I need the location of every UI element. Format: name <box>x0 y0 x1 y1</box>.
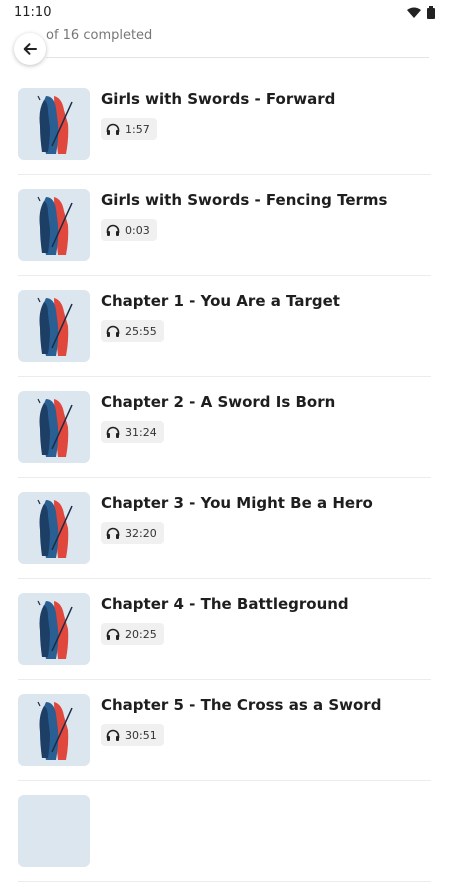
headphones-icon <box>106 729 120 741</box>
headphones-icon <box>106 123 120 135</box>
status-icons <box>407 5 435 19</box>
episode-title: Girls with Swords - Fencing Terms <box>101 191 388 209</box>
cover-art <box>37 701 73 760</box>
wifi-icon <box>407 7 421 18</box>
cover-art <box>37 499 73 558</box>
episode-item[interactable] <box>0 795 449 896</box>
cover-art <box>37 600 73 659</box>
episode-title: Chapter 4 - The Battleground <box>101 595 349 613</box>
cover-art <box>37 196 73 255</box>
duration-text: 32:20 <box>125 526 157 540</box>
duration-text: 20:25 <box>125 627 157 641</box>
cover-art <box>37 297 73 356</box>
episode-title: Chapter 3 - You Might Be a Hero <box>101 494 373 512</box>
episode-cover <box>18 593 90 665</box>
episode-cover <box>18 290 90 362</box>
headphones-icon <box>106 325 120 337</box>
duration-chip: 30:51 <box>101 724 164 746</box>
episode-item[interactable]: Girls with Swords - Fencing Terms 0:03 <box>0 189 449 290</box>
cover-art <box>37 95 73 154</box>
episode-item[interactable]: Chapter 5 - The Cross as a Sword 30:51 <box>0 694 449 795</box>
episode-item[interactable]: Girls with Swords - Forward 1:57 <box>0 88 449 189</box>
duration-text: 30:51 <box>125 728 157 742</box>
episode-title: Chapter 2 - A Sword Is Born <box>101 393 336 411</box>
episode-cover <box>18 189 90 261</box>
status-time: 11:10 <box>14 4 52 20</box>
episode-cover <box>18 391 90 463</box>
duration-chip: 32:20 <box>101 522 164 544</box>
episode-item[interactable]: Chapter 2 - A Sword Is Born 31:24 <box>0 391 449 492</box>
duration-text: 25:55 <box>125 324 157 338</box>
battery-icon <box>427 5 435 19</box>
episode-title: Girls with Swords - Forward <box>101 90 336 108</box>
duration-text: 1:57 <box>125 122 150 136</box>
duration-chip: 0:03 <box>101 219 157 241</box>
episode-cover <box>18 694 90 766</box>
status-bar: 11:10 <box>0 0 449 24</box>
episode-item[interactable]: Chapter 4 - The Battleground 20:25 <box>0 593 449 694</box>
cover-art <box>37 398 73 457</box>
duration-chip: 31:24 <box>101 421 164 443</box>
episode-item[interactable]: Chapter 1 - You Are a Target 25:55 <box>0 290 449 391</box>
header-divider <box>46 57 429 58</box>
episode-title: Chapter 1 - You Are a Target <box>101 292 340 310</box>
duration-text: 31:24 <box>125 425 157 439</box>
episode-cover <box>18 492 90 564</box>
headphones-icon <box>106 224 120 236</box>
duration-text: 0:03 <box>125 223 150 237</box>
progress-text: of 16 completed <box>46 28 153 43</box>
headphones-icon <box>106 426 120 438</box>
episode-cover <box>18 795 90 867</box>
episode-item[interactable]: Chapter 3 - You Might Be a Hero 32:20 <box>0 492 449 593</box>
arrow-left-icon <box>23 43 37 55</box>
duration-chip: 25:55 <box>101 320 164 342</box>
duration-chip: 20:25 <box>101 623 164 645</box>
back-button[interactable] <box>14 33 46 65</box>
headphones-icon <box>106 628 120 640</box>
episode-list: Girls with Swords - Forward 1:57 Girls w… <box>0 88 449 896</box>
headphones-icon <box>106 527 120 539</box>
episode-title: Chapter 5 - The Cross as a Sword <box>101 696 382 714</box>
duration-chip: 1:57 <box>101 118 157 140</box>
episode-cover <box>18 88 90 160</box>
